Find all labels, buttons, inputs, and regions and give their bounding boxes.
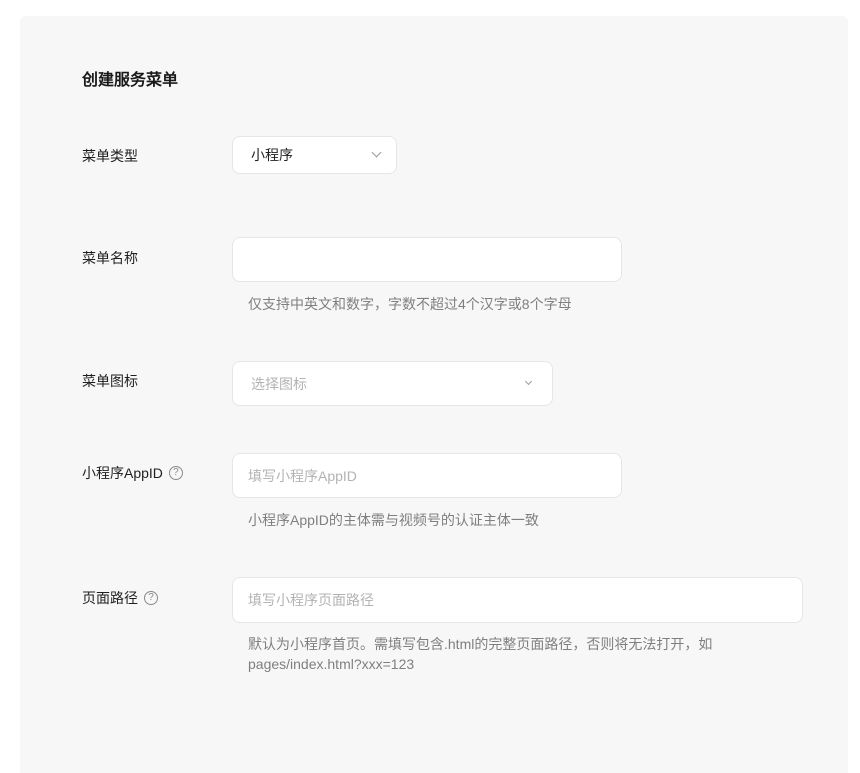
menu-name-hint: 仅支持中英文和数字，字数不超过4个汉字或8个字母 (248, 296, 572, 312)
page-path-input[interactable] (248, 578, 787, 622)
form-title: 创建服务菜单 (82, 72, 179, 89)
menu-icon-select[interactable]: 选择图标 (232, 361, 553, 406)
form-panel: 创建服务菜单 菜单类型 小程序 菜单名称 仅支持中英文和数字，字数不超过4个汉字… (20, 16, 848, 773)
page-path-hint-line1: 默认为小程序首页。需填写包含.html的完整页面路径，否则将无法打开，如 (248, 636, 713, 652)
page-path-field[interactable] (232, 577, 803, 623)
menu-name-input[interactable] (249, 238, 605, 281)
appid-field[interactable] (232, 453, 622, 498)
chevron-down-icon (371, 147, 382, 158)
menu-type-label: 菜单类型 (82, 148, 138, 164)
appid-hint: 小程序AppID的主体需与视频号的认证主体一致 (248, 512, 539, 528)
help-circle-icon[interactable]: ? (144, 591, 158, 605)
menu-type-value: 小程序 (251, 147, 293, 163)
page-path-label: 页面路径 ? (82, 588, 158, 608)
help-circle-icon[interactable]: ? (168, 466, 183, 480)
menu-type-select[interactable]: 小程序 (232, 136, 397, 174)
appid-input[interactable] (248, 454, 606, 497)
page-path-hint: 默认为小程序首页。需填写包含.html的完整页面路径，否则将无法打开，如 pag… (248, 634, 712, 674)
menu-icon-label: 菜单图标 (82, 373, 138, 389)
menu-name-label: 菜单名称 (82, 250, 138, 266)
menu-icon-placeholder: 选择图标 (251, 375, 307, 392)
page-path-hint-line2: pages/index.html?xxx=123 (248, 656, 415, 672)
menu-name-field[interactable] (232, 237, 622, 282)
chevron-down-icon (524, 377, 533, 386)
appid-label: 小程序AppID ? (82, 463, 183, 483)
